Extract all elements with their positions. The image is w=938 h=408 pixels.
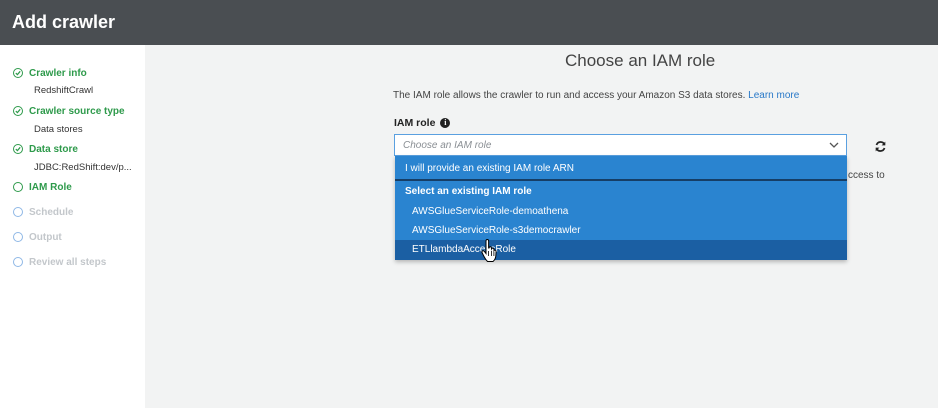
circle-icon bbox=[13, 182, 23, 192]
info-icon[interactable]: i bbox=[440, 118, 451, 128]
step-value: RedshiftCrawl bbox=[34, 85, 94, 96]
option-role[interactable]: AWSGlueServiceRole-s3democrawler bbox=[395, 221, 847, 240]
step-label: Crawler source type bbox=[29, 105, 125, 117]
circle-icon bbox=[13, 232, 23, 242]
circle-icon bbox=[13, 257, 23, 267]
step-data-store[interactable]: Data store bbox=[13, 141, 78, 157]
step-output: Output bbox=[13, 229, 62, 245]
page-title: Add crawler bbox=[12, 12, 116, 32]
step-iam-role[interactable]: IAM Role bbox=[13, 179, 72, 195]
step-label: Crawler info bbox=[29, 67, 87, 79]
step-label: IAM Role bbox=[29, 181, 72, 193]
step-value: JDBC:RedShift:dev/p... bbox=[34, 162, 132, 173]
wizard-sidebar bbox=[0, 45, 145, 408]
learn-more-link[interactable]: Learn more bbox=[748, 90, 799, 101]
step-value: Data stores bbox=[34, 124, 83, 135]
option-role-highlighted[interactable]: ETLlambdaAccessRole bbox=[395, 240, 847, 260]
check-circle-icon bbox=[13, 68, 23, 78]
step-label: Review all steps bbox=[29, 256, 107, 268]
page-header: Add crawler bbox=[0, 0, 938, 45]
step-crawler-source-type[interactable]: Crawler source type bbox=[13, 103, 125, 119]
option-group-label: Select an existing IAM role bbox=[405, 186, 532, 197]
option-provide-arn[interactable]: I will provide an existing IAM role ARN bbox=[395, 156, 847, 181]
description-text: The IAM role allows the crawler to run a… bbox=[393, 90, 746, 101]
refresh-icon[interactable] bbox=[874, 140, 887, 153]
circle-icon bbox=[13, 207, 23, 217]
iam-role-select[interactable]: Choose an IAM role bbox=[394, 134, 847, 156]
iam-role-field-label: IAM role i bbox=[394, 117, 451, 129]
check-circle-icon bbox=[13, 144, 23, 154]
chevron-down-icon bbox=[829, 142, 839, 148]
field-label: IAM role bbox=[394, 117, 436, 129]
hand-cursor-icon bbox=[481, 239, 497, 262]
obscured-text: ccess to bbox=[848, 170, 885, 181]
step-label: Data store bbox=[29, 143, 78, 155]
step-review: Review all steps bbox=[13, 254, 106, 270]
section-title: Choose an IAM role bbox=[565, 51, 716, 70]
step-label: Schedule bbox=[29, 206, 74, 218]
step-schedule: Schedule bbox=[13, 204, 73, 220]
step-label: Output bbox=[29, 231, 62, 243]
role-description: The IAM role allows the crawler to run a… bbox=[393, 90, 799, 101]
step-crawler-info[interactable]: Crawler info bbox=[13, 65, 87, 81]
select-placeholder: Choose an IAM role bbox=[403, 139, 492, 151]
check-circle-icon bbox=[13, 106, 23, 116]
option-role[interactable]: AWSGlueServiceRole-demoathena bbox=[395, 202, 847, 221]
iam-role-dropdown: I will provide an existing IAM role ARN … bbox=[395, 156, 847, 260]
